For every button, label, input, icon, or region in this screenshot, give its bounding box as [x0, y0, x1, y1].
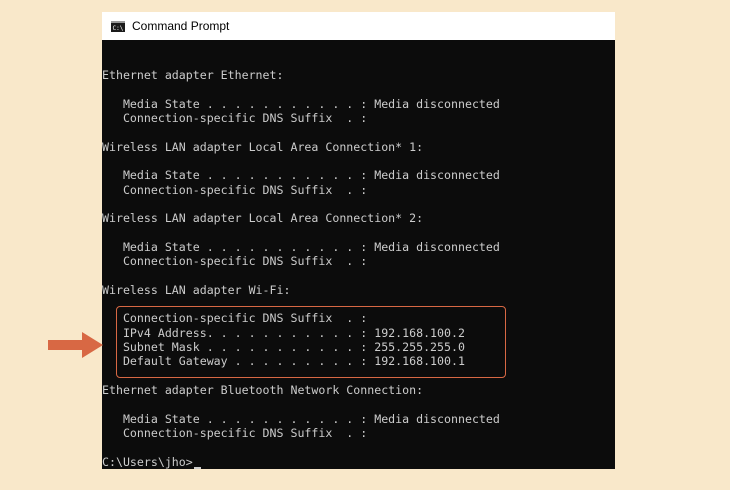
right-arrow-icon: [48, 332, 103, 358]
console-line: IPv4 Address. . . . . . . . . . . : 192.…: [102, 326, 465, 340]
console-line: Ethernet adapter Bluetooth Network Conne…: [102, 383, 424, 397]
console-line: Connection-specific DNS Suffix . :: [102, 111, 368, 125]
window-title: Command Prompt: [132, 19, 230, 33]
console-line: Connection-specific DNS Suffix . :: [102, 426, 368, 440]
console-line: Ethernet adapter Ethernet:: [102, 68, 284, 82]
console-output[interactable]: Ethernet adapter Ethernet: Media State .…: [102, 68, 615, 469]
text-cursor: [193, 466, 201, 469]
console-icon: C:\: [110, 20, 126, 32]
console-line: Connection-specific DNS Suffix . :: [102, 311, 368, 325]
console-line: Media State . . . . . . . . . . . : Medi…: [102, 168, 500, 182]
console-line: Wireless LAN adapter Local Area Connecti…: [102, 211, 424, 225]
console-line: Media State . . . . . . . . . . . : Medi…: [102, 240, 500, 254]
console-line: Wireless LAN adapter Local Area Connecti…: [102, 140, 424, 154]
console-line: Media State . . . . . . . . . . . : Medi…: [102, 97, 500, 111]
console-line: Connection-specific DNS Suffix . :: [102, 254, 368, 268]
command-prompt-window[interactable]: C:\ Command Prompt Ethernet adapter Ethe…: [102, 12, 615, 469]
console-line: Wireless LAN adapter Wi-Fi:: [102, 283, 291, 297]
console-line: Default Gateway . . . . . . . . . : 192.…: [102, 354, 465, 368]
svg-text:C:\: C:\: [113, 25, 124, 32]
console-line: Subnet Mask . . . . . . . . . . . : 255.…: [102, 340, 465, 354]
command-prompt-line[interactable]: C:\Users\jho>: [102, 455, 201, 469]
console-line: Media State . . . . . . . . . . . : Medi…: [102, 412, 500, 426]
prompt-text: C:\Users\jho>: [102, 455, 193, 469]
console-line: Connection-specific DNS Suffix . :: [102, 183, 368, 197]
title-bar[interactable]: C:\ Command Prompt: [102, 12, 615, 40]
